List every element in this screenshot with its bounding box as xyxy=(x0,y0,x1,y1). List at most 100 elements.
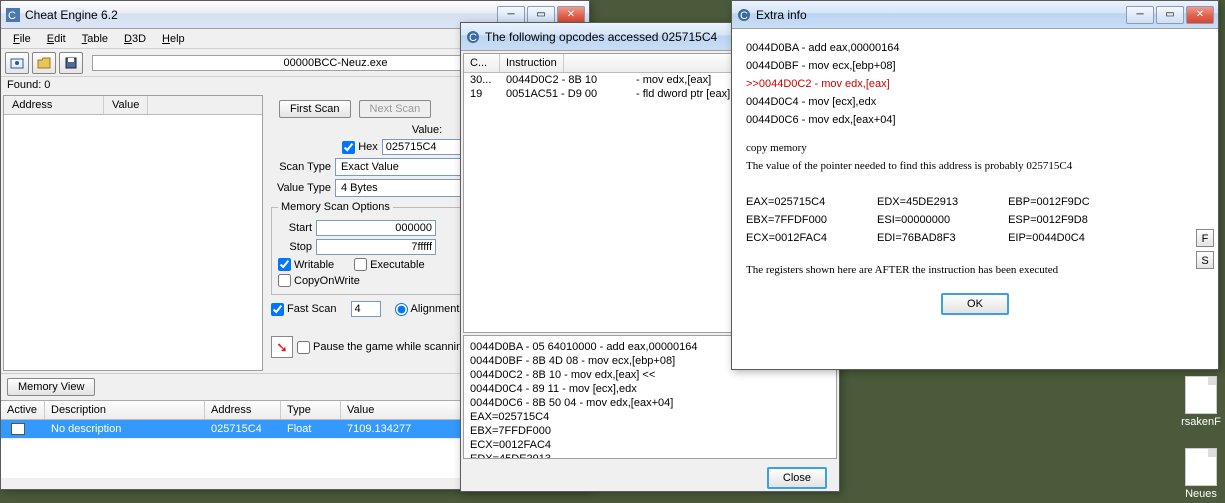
registers-note: The registers shown here are AFTER the i… xyxy=(746,261,1204,279)
copy-memory-label: copy memory xyxy=(746,139,1204,157)
ce-title: Cheat Engine 6.2 xyxy=(25,8,497,22)
extra-minimize[interactable]: ─ xyxy=(1126,6,1154,24)
memory-view-button[interactable]: Memory View xyxy=(7,378,95,396)
file-icon xyxy=(1185,448,1217,486)
opcode-col-instruction[interactable]: Instruction xyxy=(500,54,564,72)
writable-label: Writable xyxy=(294,259,334,271)
disasm-line: EBX=7FFDF000 xyxy=(470,424,830,438)
desktop-icon-2-label: Neues xyxy=(1181,488,1221,500)
row-type: Float xyxy=(281,422,341,436)
pause-game-check[interactable] xyxy=(297,341,310,354)
file-icon xyxy=(1185,376,1217,414)
register-value: ECX=0012FAC4 xyxy=(746,229,827,247)
memopt-legend: Memory Scan Options xyxy=(278,201,393,213)
extra-ok-button[interactable]: OK xyxy=(941,293,1009,315)
register-value: ESP=0012F9D8 xyxy=(1008,211,1090,229)
executable-label: Executable xyxy=(370,259,424,271)
value-type-select[interactable]: 4 Bytes xyxy=(335,179,475,197)
extra-info-window: C Extra info ─ ▭ ✕ 0044D0BA - add eax,00… xyxy=(731,0,1219,370)
close-button[interactable]: ✕ xyxy=(557,6,585,24)
opcode-close-button[interactable]: Close xyxy=(767,467,827,489)
stop-input[interactable] xyxy=(316,239,436,255)
disasm-line: EAX=025715C4 xyxy=(470,410,830,424)
disasm-line: 0044D0C4 - 89 11 - mov [ecx],edx xyxy=(470,382,830,396)
alignment-radio[interactable] xyxy=(395,303,408,316)
opcode-col-count[interactable]: C... xyxy=(464,54,500,72)
value-type-label: Value Type xyxy=(271,182,331,194)
cow-check[interactable] xyxy=(278,274,291,287)
col-address2[interactable]: Address xyxy=(205,401,281,419)
col-type[interactable]: Type xyxy=(281,401,341,419)
menu-help[interactable]: Help xyxy=(154,31,193,47)
col-description[interactable]: Description xyxy=(45,401,205,419)
desktop-icon-1[interactable]: rsakenF xyxy=(1181,376,1221,428)
f-button[interactable]: F xyxy=(1196,229,1214,247)
start-input[interactable] xyxy=(316,220,436,236)
open-process-button[interactable] xyxy=(5,52,29,74)
save-button[interactable] xyxy=(59,52,83,74)
extra-maximize[interactable]: ▭ xyxy=(1156,6,1184,24)
pointer-hint: The value of the pointer needed to find … xyxy=(746,157,1204,175)
s-button[interactable]: S xyxy=(1196,251,1214,269)
ce-icon: C xyxy=(465,29,481,45)
registers-block: EAX=025715C4EBX=7FFDF000ECX=0012FAC4 EDX… xyxy=(746,193,1204,247)
col-address[interactable]: Address xyxy=(4,96,104,114)
first-scan-button[interactable]: First Scan xyxy=(279,100,351,118)
extra-close[interactable]: ✕ xyxy=(1186,6,1214,24)
ce-app-icon: C xyxy=(5,7,21,23)
stop-label: Stop xyxy=(278,241,312,253)
asm-line: 0044D0BF - mov ecx,[ebp+08] xyxy=(746,57,1204,75)
executable-check[interactable] xyxy=(354,258,367,271)
disasm-line: EDX=45DE2913 xyxy=(470,452,830,459)
scan-type-select[interactable]: Exact Value xyxy=(335,158,475,176)
disasm-line: ECX=0012FAC4 xyxy=(470,438,830,452)
extra-titlebar[interactable]: C Extra info ─ ▭ ✕ xyxy=(732,1,1218,29)
menu-file[interactable]: File xyxy=(5,31,39,47)
fast-scan-check[interactable] xyxy=(271,303,284,316)
pause-label: Pause the game while scanning xyxy=(313,341,468,353)
register-value: EBP=0012F9DC xyxy=(1008,193,1090,211)
desktop-icon-1-label: rsakenF xyxy=(1181,416,1221,428)
alignment-label: Alignment xyxy=(411,303,460,315)
desktop-icon-2[interactable]: Neues xyxy=(1181,448,1221,500)
svg-text:C: C xyxy=(8,10,16,22)
disasm-line: 0044D0C6 - 8B 50 04 - mov edx,[eax+04] xyxy=(470,396,830,410)
maximize-button[interactable]: ▭ xyxy=(527,6,555,24)
minimize-button[interactable]: ─ xyxy=(497,6,525,24)
row-active-check[interactable] xyxy=(11,423,25,435)
asm-line: >>0044D0C2 - mov edx,[eax] xyxy=(746,75,1204,93)
svg-text:C: C xyxy=(469,32,477,44)
menu-d3d[interactable]: D3D xyxy=(116,31,154,47)
results-list[interactable]: Address Value xyxy=(3,95,263,371)
hex-checkbox[interactable] xyxy=(342,141,355,154)
pointer-icon[interactable]: ➘ xyxy=(271,336,293,358)
next-scan-button: Next Scan xyxy=(359,100,432,118)
menu-table[interactable]: Table xyxy=(74,31,116,47)
col-active[interactable]: Active xyxy=(1,401,45,419)
writable-check[interactable] xyxy=(278,258,291,271)
extra-title: Extra info xyxy=(756,8,1126,22)
row-description: No description xyxy=(45,422,205,436)
register-value: EDI=76BAD8F3 xyxy=(877,229,958,247)
scan-type-label: Scan Type xyxy=(271,161,331,173)
ce-icon2: C xyxy=(736,7,752,23)
start-label: Start xyxy=(278,222,312,234)
fast-scan-value[interactable] xyxy=(351,301,381,317)
asm-line: 0044D0BA - add eax,00000164 xyxy=(746,39,1204,57)
asm-line: 0044D0C4 - mov [ecx],edx xyxy=(746,93,1204,111)
cow-label: CopyOnWrite xyxy=(294,275,360,287)
open-file-button[interactable] xyxy=(32,52,56,74)
col-value[interactable]: Value xyxy=(104,96,148,114)
fast-scan-label: Fast Scan xyxy=(287,303,337,315)
process-label: 00000BCC-Neuz.exe xyxy=(284,57,388,69)
disasm-line: 0044D0C2 - 8B 10 - mov edx,[eax] << xyxy=(470,368,830,382)
register-value: EAX=025715C4 xyxy=(746,193,827,211)
svg-text:C: C xyxy=(740,10,748,22)
register-value: EIP=0044D0C4 xyxy=(1008,229,1090,247)
register-value: EBX=7FFDF000 xyxy=(746,211,827,229)
extra-body: 0044D0BA - add eax,000001640044D0BF - mo… xyxy=(732,29,1218,369)
asm-line: 0044D0C6 - mov edx,[eax+04] xyxy=(746,111,1204,129)
menu-edit[interactable]: Edit xyxy=(39,31,74,47)
hex-label: Hex xyxy=(358,141,378,153)
register-value: EDX=45DE2913 xyxy=(877,193,958,211)
